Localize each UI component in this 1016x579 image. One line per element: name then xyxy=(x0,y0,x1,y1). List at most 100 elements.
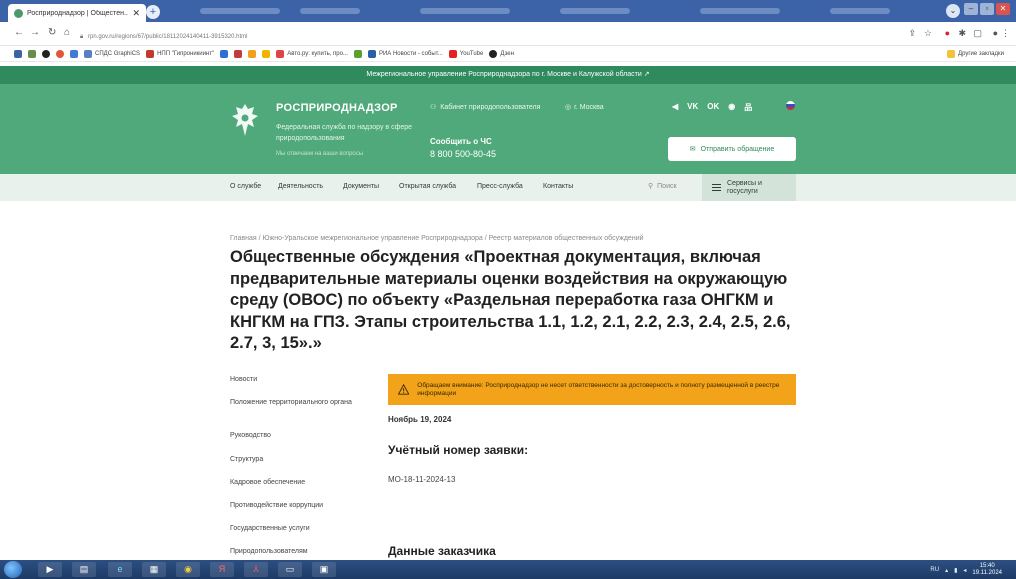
sidebar-item-structure[interactable]: Структура xyxy=(230,455,360,465)
sidebar-item-staffing[interactable]: Кадровое обеспечение xyxy=(230,478,360,488)
language-flag-icon[interactable] xyxy=(786,101,795,110)
profile-icon[interactable]: ● xyxy=(993,28,998,38)
bookmark-icon[interactable] xyxy=(14,49,22,58)
close-tab-icon[interactable]: ✕ xyxy=(132,8,140,19)
bookmark-label: YouTube xyxy=(459,50,484,57)
bookmark-icon[interactable] xyxy=(28,49,36,58)
maximize-icon[interactable]: ▫ xyxy=(980,3,994,15)
start-button[interactable] xyxy=(4,561,22,578)
eagle-emblem-icon[interactable] xyxy=(231,102,259,138)
report-phone[interactable]: 8 800 500-80-45 xyxy=(430,149,496,159)
bookmark-icon xyxy=(367,49,376,58)
search-icon: ⚲ xyxy=(648,183,654,190)
sidebar-item-regulation[interactable]: Положение территориального органа xyxy=(230,398,360,408)
share-icon[interactable]: ⇪ xyxy=(908,28,916,39)
bookmark-icon[interactable] xyxy=(234,49,243,58)
nav-item-contacts[interactable]: Контакты xyxy=(543,183,573,190)
warning-icon xyxy=(398,384,410,395)
services-label-line-1: Сервисы и xyxy=(727,179,762,187)
sidebar-item-nature-users[interactable]: Природопользователям xyxy=(230,547,360,557)
blurred-tab xyxy=(420,8,510,14)
external-link-icon: ↗ xyxy=(643,71,650,78)
chevron-down-icon[interactable]: ⌄ xyxy=(946,4,960,18)
breadcrumb[interactable]: Главная / Южно-Уральское межрегиональное… xyxy=(230,235,644,242)
brand-name[interactable]: РОСПРИРОДНАДЗОР xyxy=(276,102,398,114)
reload-icon[interactable]: ↻ xyxy=(48,27,56,38)
nav-item-activity[interactable]: Деятельность xyxy=(278,183,323,190)
bookmark-item[interactable]: НПП "Гипроникиинт" xyxy=(146,49,215,58)
nav-item-documents[interactable]: Документы xyxy=(343,183,379,190)
lock-icon[interactable]: 🔒︎ xyxy=(80,34,83,41)
bookmark-label: НПП "Гипроникиинт" xyxy=(157,50,215,57)
city-selector[interactable]: ◎ г. Москва xyxy=(565,103,604,112)
report-emergency-label: Сообщить о ЧС xyxy=(430,137,492,146)
bookmark-item[interactable]: СПДС GraphiCS xyxy=(84,49,140,58)
back-arrow-icon[interactable]: ← xyxy=(14,27,24,38)
menu-icon xyxy=(712,184,721,191)
other-bookmarks[interactable]: Другие закладки xyxy=(947,50,1004,58)
volume-icon[interactable]: ◂ xyxy=(963,567,966,574)
app-icon[interactable]: ▦ xyxy=(142,562,166,577)
bookmark-item[interactable]: РИА Новости - событ... xyxy=(367,49,443,58)
nav-item-about[interactable]: О службе xyxy=(230,183,261,190)
services-menu-button[interactable]: Сервисы и госуслуги xyxy=(702,174,796,201)
forward-arrow-icon[interactable]: → xyxy=(30,27,40,38)
brand-subtitle: Федеральная служба по надзору в сфере пр… xyxy=(276,124,413,142)
close-window-icon[interactable]: ✕ xyxy=(996,3,1010,15)
tray-arrow-icon[interactable]: ▴ xyxy=(945,567,948,574)
blurred-tab xyxy=(200,8,280,14)
accessibility-icon[interactable]: ◉ xyxy=(728,102,735,113)
ie-icon[interactable]: e xyxy=(108,562,132,577)
sidebar-item-management[interactable]: Руководство xyxy=(230,431,360,441)
nav-item-open-service[interactable]: Открытая служба xyxy=(399,183,456,190)
nav-item-press[interactable]: Пресс-служба xyxy=(477,183,523,190)
bookmark-icon[interactable] xyxy=(248,49,257,58)
site-favicon-icon xyxy=(14,8,23,18)
telegram-icon[interactable]: ◀ xyxy=(672,102,678,113)
sidepanel-icon[interactable]: ▢ xyxy=(973,28,982,39)
media-player-icon[interactable]: ▶ xyxy=(38,562,62,577)
bookmark-icon[interactable] xyxy=(220,49,229,58)
minimize-icon[interactable]: – xyxy=(964,3,978,15)
clock[interactable]: 15:40 19.11.2024 xyxy=(972,563,1002,577)
star-icon[interactable]: ☆ xyxy=(924,28,932,39)
bookmark-icon xyxy=(276,49,285,58)
puzzle-icon[interactable]: ✱ xyxy=(958,28,966,39)
bookmark-icon[interactable] xyxy=(70,49,78,58)
chrome-icon[interactable]: ◉ xyxy=(176,562,200,577)
cabinet-link[interactable]: ⚇ Кабинет природопользователя xyxy=(430,103,540,112)
sitemap-icon[interactable]: 品 xyxy=(744,102,752,113)
sidebar-item-public-services[interactable]: Государственные услуги xyxy=(230,524,360,534)
bookmark-item[interactable]: Дзен xyxy=(489,49,514,58)
browser-tab[interactable]: Росприроднадзор | Общестен... ✕ xyxy=(8,4,146,22)
yandex-icon[interactable]: Я xyxy=(210,562,234,577)
window-controls: – ▫ ✕ xyxy=(964,3,1010,15)
bookmark-item[interactable]: YouTube xyxy=(448,49,484,58)
tray-language[interactable]: RU xyxy=(930,567,939,573)
explorer-icon[interactable]: ▤ xyxy=(72,562,96,577)
sidebar-item-anticorruption[interactable]: Противодействие коррупции xyxy=(230,501,360,511)
site-header: РОСПРИРОДНАДЗОР Федеральная служба по на… xyxy=(0,84,1016,174)
ok-icon[interactable]: OK xyxy=(707,102,719,113)
menu-icon[interactable]: ⋮ xyxy=(1001,28,1010,39)
network-icon[interactable]: ▮ xyxy=(954,567,957,574)
bookmark-icon[interactable] xyxy=(353,49,362,58)
region-strip[interactable]: Межрегиональное управление Росприроднадз… xyxy=(0,66,1016,84)
search-button[interactable]: ⚲ Поиск xyxy=(648,182,677,191)
bookmark-item[interactable]: Авто.ру: купить, про... xyxy=(276,49,348,58)
bookmark-icon[interactable] xyxy=(262,49,271,58)
extension-icon[interactable]: ● xyxy=(945,28,950,38)
new-tab-button[interactable]: + xyxy=(146,5,160,19)
bookmark-label: Авто.ру: купить, про... xyxy=(287,50,348,57)
vk-icon[interactable]: VK xyxy=(687,102,698,113)
url-field[interactable]: rpn.gov.ru/regions/67/public/18112024140… xyxy=(88,34,247,40)
sidebar-item-news[interactable]: Новости xyxy=(230,375,360,385)
pdf-reader-icon[interactable]: ⅄ xyxy=(244,562,268,577)
folder-icon[interactable]: ▭ xyxy=(278,562,302,577)
app-window-icon[interactable]: ▣ xyxy=(312,562,336,577)
send-appeal-button[interactable]: ✉ Отправить обращение xyxy=(668,137,796,161)
bookmark-icon[interactable] xyxy=(42,49,50,58)
home-icon[interactable]: ⌂ xyxy=(64,27,70,38)
send-appeal-label: Отправить обращение xyxy=(700,145,775,153)
bookmark-icon[interactable] xyxy=(56,49,64,58)
